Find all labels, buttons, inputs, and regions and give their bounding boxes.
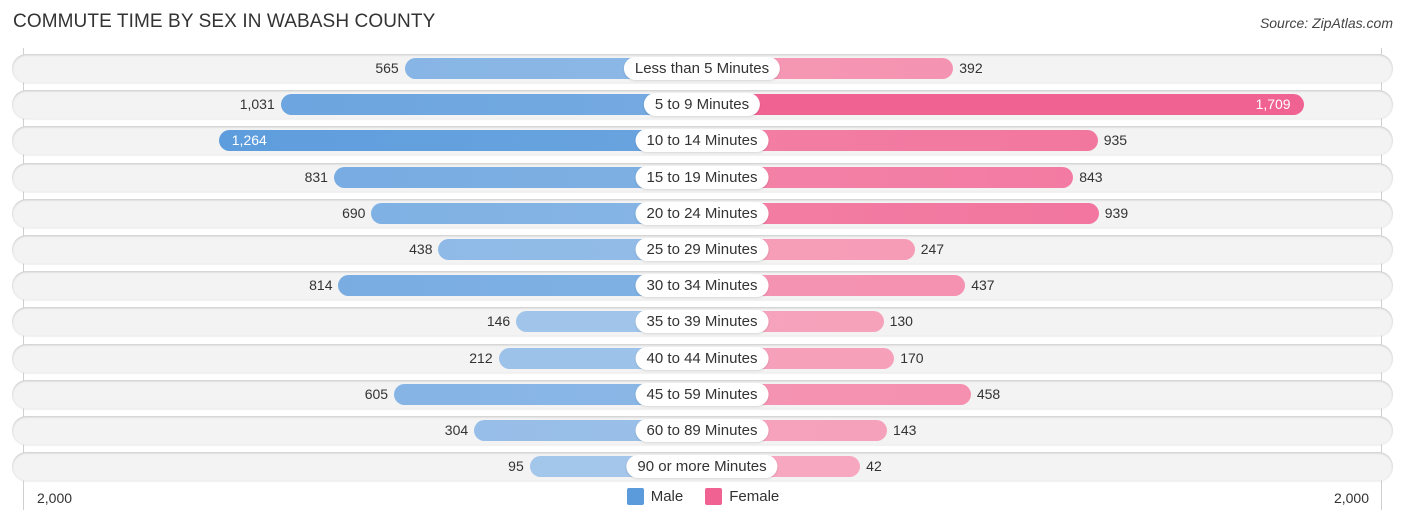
value-label-female: 392 bbox=[959, 60, 983, 76]
value-label-female: 143 bbox=[893, 422, 917, 438]
value-label-male: 565 bbox=[375, 60, 399, 76]
value-label-male: 605 bbox=[364, 385, 389, 402]
value-label-male: 438 bbox=[409, 241, 433, 257]
category-label: 10 to 14 Minutes bbox=[635, 129, 769, 153]
category-label: 60 to 89 Minutes bbox=[635, 419, 769, 442]
value-label-female: 843 bbox=[1079, 168, 1103, 185]
bar-male[interactable] bbox=[280, 94, 702, 116]
value-label-male: 95 bbox=[508, 458, 524, 475]
category-label: 45 to 59 Minutes bbox=[635, 382, 769, 406]
value-label-female: 935 bbox=[1103, 132, 1128, 149]
value-label-female: 247 bbox=[920, 241, 945, 257]
category-label: 30 to 34 Minutes bbox=[635, 274, 769, 298]
category-label: 15 to 19 Minutes bbox=[635, 165, 769, 189]
legend-swatch-male bbox=[626, 488, 644, 505]
value-label-female: 130 bbox=[889, 313, 913, 330]
value-label-female: 42 bbox=[866, 458, 882, 475]
category-label: 5 to 9 Minutes bbox=[643, 93, 761, 117]
value-label-female: 458 bbox=[976, 385, 1001, 402]
legend-label-female: Female bbox=[729, 488, 780, 505]
category-label: Less than 5 Minutes bbox=[623, 57, 781, 80]
value-label-male: 212 bbox=[469, 349, 493, 366]
legend-item-male[interactable]: Male bbox=[626, 488, 684, 505]
value-label-female: 170 bbox=[900, 349, 924, 366]
value-label-male: 146 bbox=[486, 313, 511, 330]
value-label-male: 690 bbox=[342, 204, 366, 221]
category-label: 25 to 29 Minutes bbox=[635, 238, 769, 261]
value-label-male: 814 bbox=[309, 277, 333, 294]
category-label: 35 to 39 Minutes bbox=[635, 310, 769, 334]
value-label-male: 831 bbox=[304, 168, 328, 185]
value-label-female: 939 bbox=[1104, 204, 1129, 221]
category-label: 40 to 44 Minutes bbox=[635, 346, 769, 370]
bar-male[interactable] bbox=[218, 130, 702, 152]
legend-label-male: Male bbox=[650, 488, 684, 505]
legend: Male Female bbox=[0, 488, 1406, 505]
legend-item-female[interactable]: Female bbox=[705, 488, 779, 505]
value-label-male: 1,031 bbox=[239, 96, 275, 113]
category-label: 20 to 24 Minutes bbox=[635, 201, 769, 225]
category-label: 90 or more Minutes bbox=[626, 455, 778, 479]
bar-female[interactable] bbox=[702, 94, 1304, 116]
legend-swatch-female bbox=[705, 488, 723, 505]
value-label-female: 437 bbox=[971, 277, 995, 294]
value-label-male: 304 bbox=[444, 422, 469, 438]
chart-area: 565 392 Less than 5 Minutes 1,031 1,709 5 to … bbox=[0, 0, 1406, 523]
value-label-male: 1,264 bbox=[231, 132, 267, 149]
value-label-female: 1,709 bbox=[1255, 96, 1291, 113]
